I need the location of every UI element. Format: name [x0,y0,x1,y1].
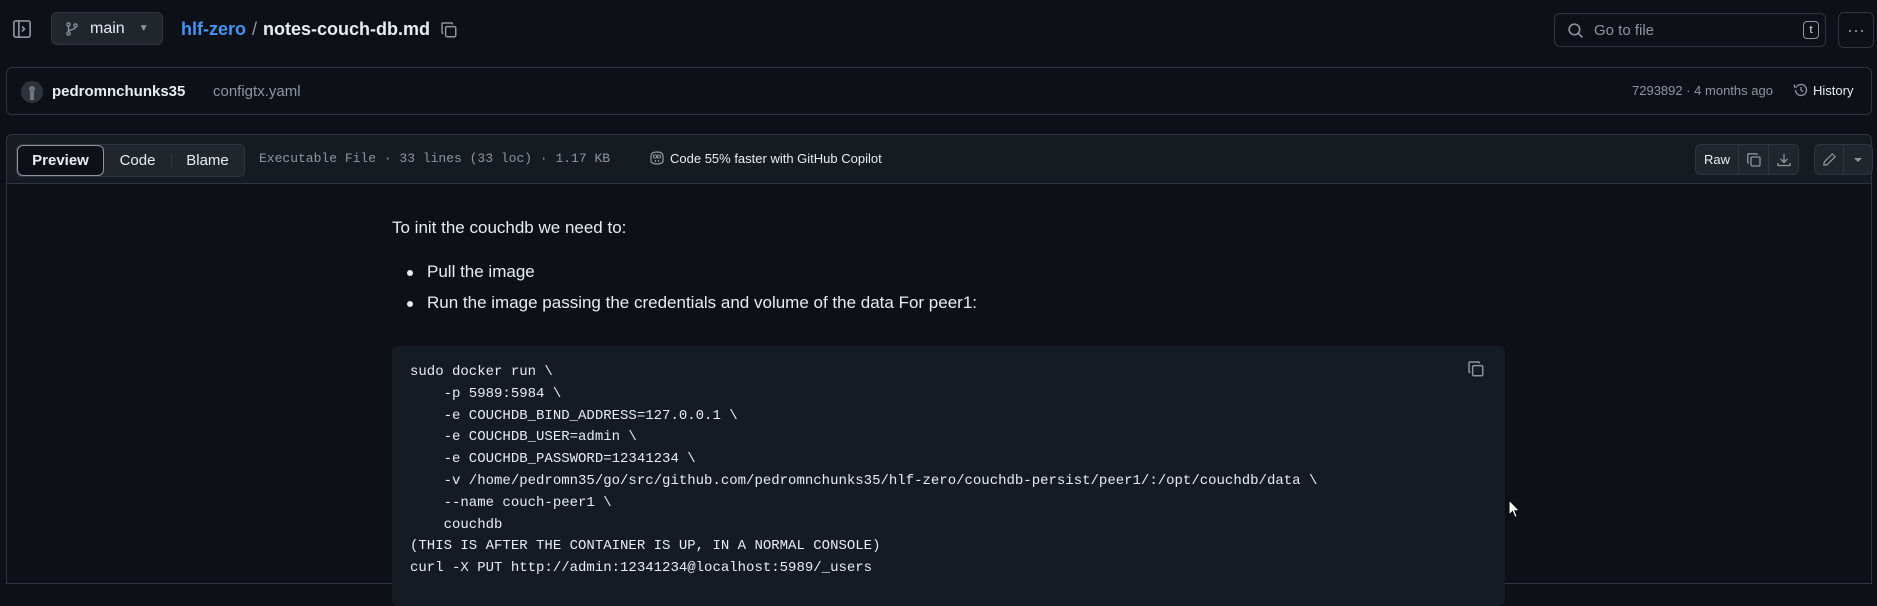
intro-paragraph: To init the couchdb we need to: [392,218,627,237]
commit-message[interactable]: configtx.yaml [213,83,301,100]
chevron-down-icon: ▼ [138,23,149,34]
file-view: Preview Code Blame Executable File · 33 … [6,134,1873,606]
raw-button[interactable]: Raw [1696,145,1738,174]
steps-list: Pull the image Run the image passing the… [392,262,977,324]
pencil-icon [1822,152,1837,167]
edit-options-button[interactable] [1843,145,1872,174]
latest-commit-bar: pedromnchunks35 configtx.yaml 7293892 · … [6,67,1872,115]
file-nav-bar: main ▼ hlf-zero / notes-couch-db.md Go t… [0,0,1877,60]
triangle-down-icon [1853,155,1863,165]
list-item: Pull the image [392,262,977,293]
code-content: sudo docker run \ -p 5989:5984 \ -e COUC… [410,364,1318,577]
branch-name: main [90,19,125,37]
download-raw-button[interactable] [1768,145,1798,174]
go-to-file-placeholder: Go to file [1594,21,1655,39]
keyboard-shortcut-hint: t [1803,21,1819,39]
history-label: History [1813,82,1854,98]
search-icon [1567,22,1584,39]
copilot-icon [648,150,666,166]
list-item: Run the image passing the credentials an… [392,293,977,324]
tab-blame[interactable]: Blame [171,145,244,176]
code-block: sudo docker run \ -p 5989:5984 \ -e COUC… [392,346,1505,606]
copy-path-icon[interactable] [440,21,458,39]
breadcrumb-separator: / [252,19,258,39]
kebab-horizontal-icon: ··· [1847,19,1865,40]
tab-code[interactable]: Code [104,145,171,176]
raw-actions-group: Raw [1695,144,1799,175]
breadcrumb: hlf-zero / notes-couch-db.md [181,19,458,40]
download-icon [1776,152,1792,168]
tab-blame-label: Blame [186,152,229,169]
more-options-button[interactable]: ··· [1838,12,1874,48]
mouse-cursor-icon [1508,499,1522,519]
file-info: Executable File · 33 lines (33 loc) · 1.… [259,151,611,166]
file-name: notes-couch-db.md [263,19,431,39]
history-icon [1793,82,1809,98]
edit-actions-group [1814,144,1873,175]
tab-code-label: Code [119,152,156,169]
git-branch-icon [64,21,80,37]
edit-file-button[interactable] [1815,145,1843,174]
avatar[interactable] [21,81,43,103]
raw-label: Raw [1703,152,1730,167]
copilot-label: Code 55% faster with GitHub Copilot [670,150,882,166]
branch-selector-button[interactable]: main ▼ [51,12,163,45]
copy-icon [1746,152,1762,168]
copy-code-button[interactable] [1467,360,1485,378]
view-mode-tabs: Preview Code Blame [16,144,245,177]
copy-raw-button[interactable] [1738,145,1768,174]
repo-link[interactable]: hlf-zero [181,19,246,40]
history-button[interactable]: History [1793,82,1853,98]
file-header: Preview Code Blame Executable File · 33 … [7,135,1873,184]
sidebar-expand-icon[interactable] [12,19,32,39]
go-to-file-input[interactable]: Go to file t [1554,13,1826,47]
tab-preview-label: Preview [32,152,89,169]
copilot-link[interactable]: Code 55% faster with GitHub Copilot [648,150,882,166]
commit-meta[interactable]: 7293892 · 4 months ago [1632,83,1773,98]
tab-preview[interactable]: Preview [17,145,104,176]
commit-author[interactable]: pedromnchunks35 [52,83,185,100]
